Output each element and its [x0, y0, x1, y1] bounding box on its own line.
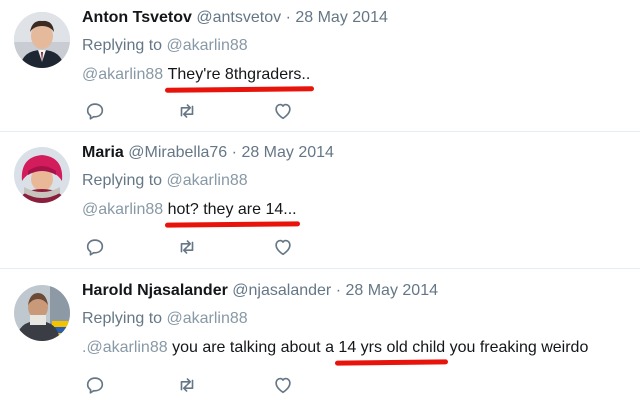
reply-icon — [86, 377, 104, 394]
reply-icon — [86, 239, 104, 256]
highlighted-text-content: 14 yrs old child — [338, 339, 446, 356]
replying-to-link[interactable]: @akarlin88 — [167, 310, 248, 327]
replying-to-label: Replying to — [82, 37, 163, 54]
avatar[interactable] — [14, 147, 70, 203]
reply-button[interactable] — [84, 100, 106, 122]
display-name[interactable]: Maria — [82, 144, 124, 161]
text-before-highlight: you are talking about a — [172, 339, 334, 356]
retweet-button[interactable] — [176, 236, 198, 258]
tweet-date[interactable]: 28 May 2014 — [241, 144, 334, 161]
tweet-actions — [84, 374, 324, 396]
separator-dot: · — [231, 144, 237, 161]
replying-to-label: Replying to — [82, 310, 163, 327]
tweet-header: Maria @Mirabella76 · 28 May 2014 — [82, 143, 334, 163]
replying-to-line: Replying to @akarlin88 — [82, 171, 248, 191]
tweet-3: Harold Njasalander @njasalander · 28 May… — [0, 269, 640, 406]
highlighted-text-content: hot? they are 14... — [167, 201, 297, 218]
reply-button[interactable] — [84, 374, 106, 396]
highlighted-text: 14 yrs old child — [335, 338, 449, 366]
display-name[interactable]: Anton Tsvetov — [82, 9, 192, 26]
user-handle[interactable]: @njasalander — [232, 282, 331, 299]
separator-dot: · — [335, 282, 342, 299]
retweet-icon — [180, 104, 194, 118]
user-handle[interactable]: @antsvetov — [196, 9, 281, 26]
mention-link[interactable]: @akarlin88 — [86, 339, 167, 356]
display-name[interactable]: Harold Njasalander — [82, 282, 228, 299]
separator-dot: · — [285, 9, 291, 26]
user-handle[interactable]: @Mirabella76 — [128, 144, 227, 161]
like-button[interactable] — [272, 236, 294, 258]
replying-to-line: Replying to @akarlin88 — [82, 309, 248, 329]
tweet-header: Anton Tsvetov @antsvetov · 28 May 2014 — [82, 8, 388, 28]
heart-icon — [275, 239, 291, 256]
red-underline — [164, 86, 314, 93]
retweet-button[interactable] — [176, 100, 198, 122]
text-after-highlight: you freaking weirdo — [449, 339, 589, 356]
mention-link[interactable]: @akarlin88 — [82, 201, 163, 218]
replying-to-line: Replying to @akarlin88 — [82, 36, 248, 56]
tweet-text: @akarlin88 hot? they are 14... — [82, 200, 300, 228]
heart-icon — [275, 103, 291, 120]
tweet-1: Anton Tsvetov @antsvetov · 28 May 2014 R… — [0, 0, 640, 132]
mention-link[interactable]: @akarlin88 — [82, 66, 163, 83]
reply-button[interactable] — [84, 236, 106, 258]
retweet-icon — [180, 240, 194, 254]
avatar[interactable] — [14, 285, 70, 341]
replying-to-link[interactable]: @akarlin88 — [167, 172, 248, 189]
retweet-icon — [180, 378, 194, 392]
replying-to-label: Replying to — [82, 172, 163, 189]
highlighted-text: hot? they are 14... — [164, 200, 300, 228]
tweet-text: @akarlin88 They're 8thgraders.. — [82, 65, 314, 93]
tweet-actions — [84, 236, 324, 258]
retweet-button[interactable] — [176, 374, 198, 396]
highlighted-text: They're 8thgraders.. — [164, 65, 314, 93]
reply-icon — [86, 103, 104, 120]
tweet-2: Maria @Mirabella76 · 28 May 2014 Replyin… — [0, 132, 640, 269]
tweet-date[interactable]: 28 May 2014 — [295, 9, 388, 26]
tweet-header: Harold Njasalander @njasalander · 28 May… — [82, 281, 438, 301]
red-underline — [164, 221, 300, 228]
red-underline — [335, 359, 449, 366]
highlighted-text-content: They're 8thgraders.. — [167, 66, 311, 83]
like-button[interactable] — [272, 374, 294, 396]
tweet-text: .@akarlin88 you are talking about a 14 y… — [82, 338, 589, 366]
replying-to-link[interactable]: @akarlin88 — [167, 37, 248, 54]
like-button[interactable] — [272, 100, 294, 122]
heart-icon — [275, 377, 291, 394]
tweet-date[interactable]: 28 May 2014 — [345, 282, 438, 299]
tweet-actions — [84, 100, 324, 122]
avatar[interactable] — [14, 12, 70, 68]
